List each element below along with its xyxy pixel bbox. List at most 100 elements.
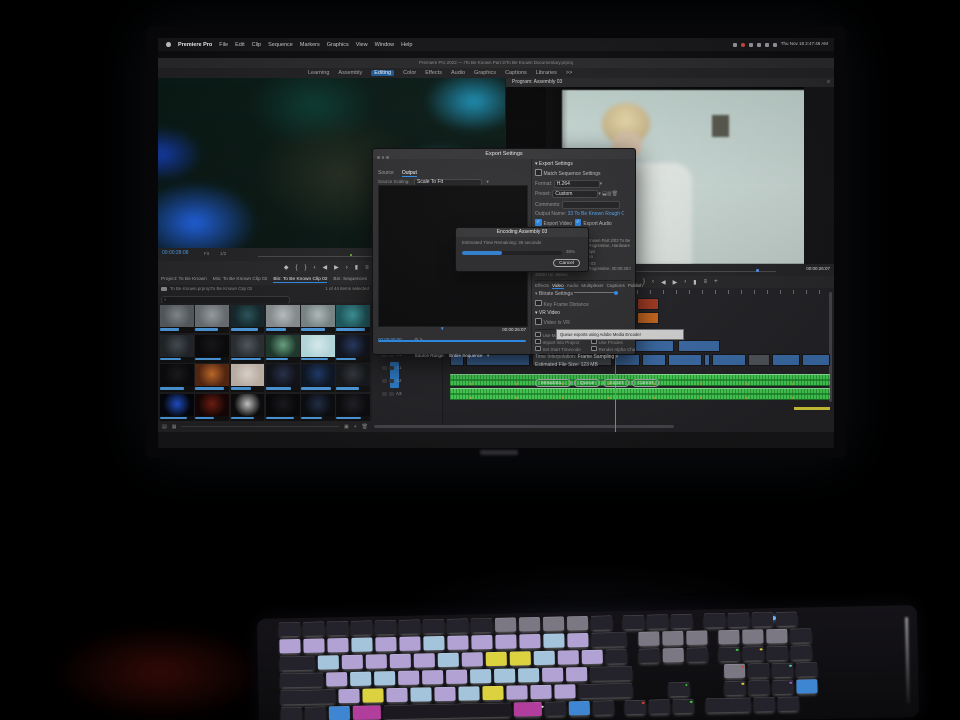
program-tab-label[interactable]: Program: Assembly 03 — [512, 80, 562, 86]
keyboard-key[interactable] — [350, 672, 371, 686]
keyboard-key[interactable] — [279, 622, 300, 636]
keyboard-key[interactable] — [280, 689, 335, 704]
match-sequence-checkbox[interactable] — [535, 169, 542, 176]
keyboard-key[interactable] — [375, 620, 396, 634]
source-transport-button-1[interactable]: { — [296, 265, 298, 271]
control-center-icon[interactable] — [773, 43, 777, 47]
clip-thumbnail[interactable] — [301, 364, 335, 392]
keyboard-key[interactable] — [281, 707, 302, 720]
keyboard-key[interactable] — [578, 683, 633, 698]
keyboard-key[interactable] — [338, 689, 359, 703]
cancel-button[interactable]: Cancel — [632, 379, 659, 387]
timeline-horizontal-scrollbar[interactable] — [374, 425, 674, 428]
source-transport-button-4[interactable]: ◀ — [323, 264, 328, 271]
track-header-a3[interactable]: A3 — [372, 387, 452, 400]
bluetooth-icon[interactable] — [733, 43, 737, 47]
work-area-range-bar[interactable] — [378, 340, 526, 342]
clip-thumbnail[interactable] — [231, 335, 265, 363]
program-transport-button-5[interactable]: ▶ — [673, 279, 678, 286]
keyboard-key[interactable] — [353, 705, 381, 720]
keyboard-key[interactable] — [772, 663, 793, 677]
clip-thumbnail[interactable] — [160, 305, 194, 333]
keyboard-key[interactable] — [374, 671, 395, 685]
thumbnail-size-slider[interactable] — [181, 426, 339, 427]
clip-thumbnail[interactable] — [266, 305, 300, 333]
keyboard-key[interactable] — [447, 619, 468, 633]
program-monitor-tab[interactable]: Program: Assembly 03 ≡ — [506, 78, 834, 87]
keyboard-key[interactable] — [606, 649, 627, 663]
icon-view-icon[interactable]: ▦ — [172, 424, 177, 430]
keyboard-key[interactable] — [638, 649, 659, 663]
keyboard-key[interactable] — [638, 632, 659, 646]
keyboard-key[interactable] — [748, 680, 769, 694]
keyboard-key[interactable] — [582, 650, 603, 664]
keyboard-key[interactable] — [569, 701, 590, 715]
export-button[interactable]: Export — [603, 379, 629, 387]
keyboard-key[interactable] — [495, 634, 516, 648]
clip-thumbnail[interactable] — [301, 394, 335, 422]
keyframe-dot[interactable] — [608, 397, 610, 399]
trash-icon[interactable]: 🗑 — [362, 424, 368, 430]
source-transport-button-3[interactable]: ‹ — [314, 265, 316, 271]
keyframe-dot[interactable] — [470, 383, 472, 385]
source-transport-button-6[interactable]: › — [346, 265, 348, 271]
video-clip-v1[interactable] — [748, 354, 770, 366]
keyboard-key[interactable] — [506, 685, 527, 699]
menubar-clock[interactable]: Thu Nov 18 2:47:48 AM — [781, 42, 828, 47]
keyboard-key[interactable] — [545, 701, 566, 715]
keyboard-key[interactable] — [438, 653, 459, 667]
keyboard-key[interactable] — [590, 666, 633, 681]
keyboard-key[interactable] — [719, 647, 740, 661]
keyboard-key[interactable] — [375, 637, 396, 651]
clip-thumbnail[interactable] — [160, 364, 194, 392]
video-clip-v1[interactable] — [712, 354, 746, 366]
keyboard-key[interactable] — [668, 682, 689, 696]
keyboard-key[interactable] — [742, 629, 763, 643]
keyboard-key[interactable] — [743, 646, 764, 660]
keyboard-key[interactable] — [351, 621, 372, 635]
workspace-tab-editing[interactable]: Editing — [371, 70, 394, 76]
keyframe-dot[interactable] — [470, 397, 472, 399]
keyboard-key[interactable] — [673, 699, 694, 713]
delete-preset-icon[interactable]: 🗑 — [612, 191, 618, 197]
program-transport-button-6[interactable]: › — [684, 279, 686, 285]
keyboard-key[interactable] — [446, 670, 467, 684]
keyboard-key[interactable] — [728, 613, 749, 627]
keyboard-key[interactable] — [471, 635, 492, 649]
keyboard-key[interactable] — [724, 681, 745, 695]
source-transport-button-0[interactable]: ◆ — [284, 264, 289, 271]
option-tab-multiplexer[interactable]: Multiplexer — [581, 283, 603, 288]
checkbox-icon[interactable] — [535, 346, 541, 352]
keyboard-key[interactable] — [366, 654, 387, 668]
comments-input[interactable] — [562, 201, 620, 209]
export-audio-checkbox[interactable] — [575, 219, 582, 226]
keyboard-key[interactable] — [510, 651, 531, 665]
keyboard-key[interactable] — [776, 612, 797, 626]
keyboard-key[interactable] — [486, 652, 507, 666]
clip-thumbnail[interactable] — [336, 394, 370, 422]
keyboard-key[interactable] — [647, 614, 668, 628]
keyboard-key[interactable] — [534, 651, 555, 665]
source-range-select[interactable]: Entire Sequence — [449, 353, 482, 358]
track-header-a1[interactable]: A1 — [372, 361, 452, 374]
clip-thumbnail[interactable] — [231, 305, 265, 333]
keyboard-key[interactable] — [423, 636, 444, 650]
keyboard-key[interactable] — [318, 655, 339, 669]
keyboard-key[interactable] — [543, 616, 564, 630]
preview-playhead-marker[interactable]: ▼ — [440, 327, 444, 332]
track-header-a2[interactable]: A2 — [372, 374, 452, 387]
keyframe-dot[interactable] — [700, 383, 702, 385]
keyboard-key[interactable] — [543, 633, 564, 647]
keyboard-key[interactable] — [303, 622, 324, 636]
track-toggle-icon[interactable] — [382, 392, 387, 396]
record-status-icon[interactable] — [741, 43, 745, 47]
video-clip-v1[interactable] — [802, 354, 830, 366]
wifi-icon[interactable] — [749, 43, 753, 47]
menu-item-clip[interactable]: Clip — [252, 42, 261, 48]
keyboard-key[interactable] — [327, 621, 348, 635]
program-transport-button-4[interactable]: ◀ — [661, 279, 666, 286]
option-tab-publish[interactable]: Publish — [628, 283, 643, 288]
source-transport-button-8[interactable]: ≡ — [365, 265, 369, 271]
apple-icon[interactable] — [166, 42, 171, 47]
spotlight-icon[interactable] — [765, 43, 769, 47]
